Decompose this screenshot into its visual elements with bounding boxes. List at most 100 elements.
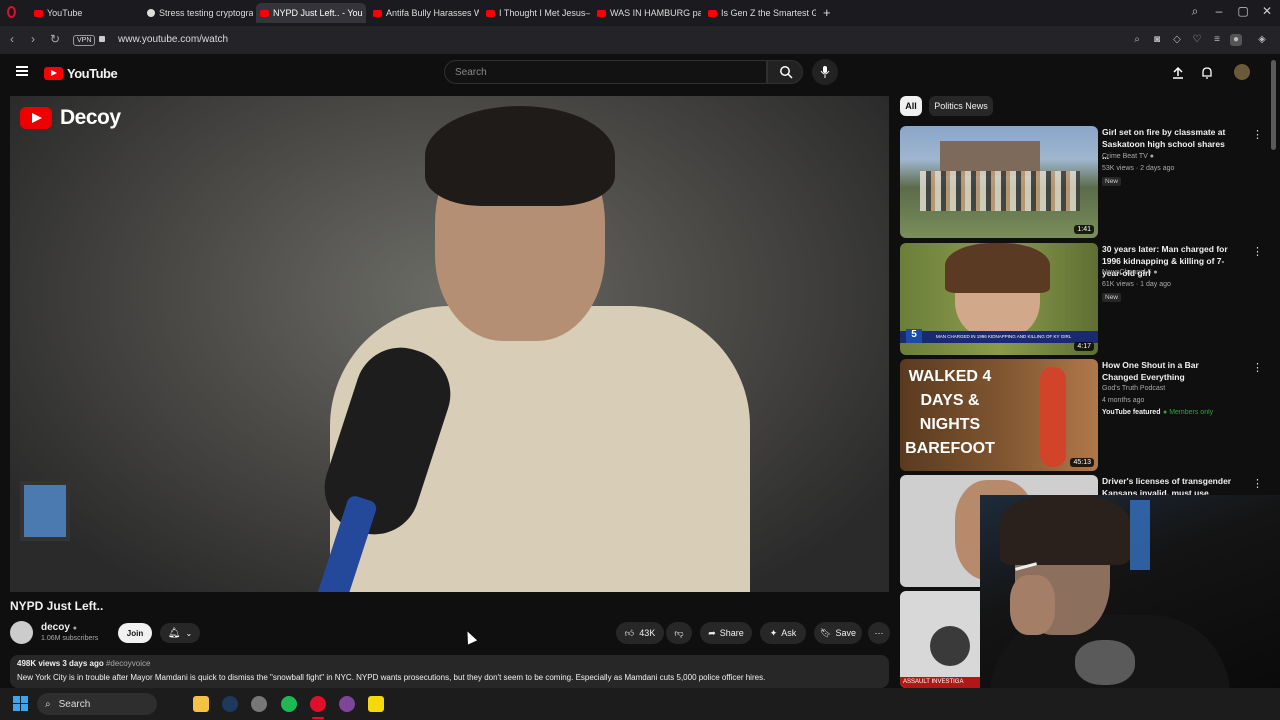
video-thumbnail[interactable]: WALKED 4 DAYS & NIGHTS BAREFOOT 45:13 bbox=[900, 359, 1098, 471]
search-tabs-icon[interactable]: ⌕ bbox=[1187, 4, 1203, 19]
verified-icon: ● bbox=[1149, 153, 1154, 160]
recommendation-item[interactable]: MAN CHARGED IN 1996 KIDNAPPING AND KILLI… bbox=[900, 243, 1270, 355]
youtube-icon bbox=[373, 9, 382, 17]
minimize-icon[interactable]: – bbox=[1211, 4, 1227, 18]
video-duration: 4:17 bbox=[1074, 342, 1094, 351]
channel-name[interactable]: decoy ● bbox=[41, 622, 77, 633]
tab-5[interactable]: WAS IN HAMBURG passie bbox=[593, 3, 701, 23]
search-box[interactable] bbox=[444, 60, 767, 84]
more-actions-button[interactable]: ⋯ bbox=[868, 622, 890, 644]
maximize-icon[interactable]: ▢ bbox=[1235, 4, 1251, 18]
file-explorer-icon[interactable] bbox=[193, 696, 209, 712]
menu-lines-icon[interactable]: ≡ bbox=[1211, 34, 1223, 46]
vpn-badge[interactable]: VPN bbox=[73, 35, 96, 46]
hashtag-link[interactable]: #decoyvoice bbox=[106, 659, 150, 668]
tab-3[interactable]: Antifa Bully Harasses Won bbox=[369, 3, 479, 23]
thumbs-down-icon: 👎︎ bbox=[674, 627, 684, 638]
search-button[interactable] bbox=[767, 60, 803, 84]
chip-all[interactable]: All bbox=[900, 96, 922, 116]
close-icon[interactable]: ✕ bbox=[1259, 4, 1275, 18]
youtube-featured-label: YouTube featured bbox=[1102, 409, 1161, 416]
verified-icon: ● bbox=[1153, 269, 1158, 276]
ask-button[interactable]: ✦ Ask bbox=[760, 622, 806, 644]
address-bar: ‹ › ↻ VPN www.youtube.com/watch ⌕ ◙ ◇ ♡ … bbox=[0, 26, 1280, 54]
url-field[interactable]: www.youtube.com/watch bbox=[118, 34, 228, 45]
tor-browser-icon[interactable] bbox=[339, 696, 355, 712]
tab-2[interactable]: NYPD Just Left.. - You bbox=[256, 3, 366, 23]
opera-logo-icon[interactable] bbox=[7, 6, 16, 18]
more-vertical-icon[interactable]: ⋮ bbox=[1252, 477, 1263, 490]
channel-avatar[interactable] bbox=[10, 621, 33, 644]
opera-icon[interactable] bbox=[310, 696, 326, 712]
video-title: NYPD Just Left.. bbox=[10, 599, 104, 613]
page-scrollbar[interactable] bbox=[1271, 60, 1276, 150]
more-vertical-icon[interactable]: ⋮ bbox=[1252, 128, 1263, 141]
youtube-header: YouTube bbox=[0, 54, 1280, 94]
video-player[interactable]: Decoy bbox=[10, 96, 889, 592]
chip-politics-news[interactable]: Politics News bbox=[929, 96, 993, 116]
thumbnail-crowd bbox=[920, 171, 1080, 211]
spotify-icon[interactable] bbox=[281, 696, 297, 712]
dislike-button[interactable]: 👎︎ bbox=[666, 622, 692, 644]
back-icon[interactable]: ‹ bbox=[4, 32, 20, 46]
camera-icon[interactable]: ◙ bbox=[1151, 34, 1163, 46]
hamburger-menu-icon[interactable] bbox=[16, 66, 28, 76]
notes-app-icon[interactable] bbox=[368, 696, 384, 712]
bookmark-icon: 🔖︎ bbox=[820, 627, 832, 638]
taskbar-search[interactable]: ⌕ Search bbox=[37, 693, 157, 715]
recommendation-channel[interactable]: Crime Beat TV ● bbox=[1102, 153, 1154, 160]
lock-icon[interactable] bbox=[99, 36, 105, 42]
subscribe-bell-button[interactable]: 🔔︎ ⌄ bbox=[160, 623, 200, 643]
subscriber-count: 1.06M subscribers bbox=[41, 635, 99, 642]
forward-icon[interactable]: › bbox=[25, 32, 41, 46]
chrome-icon[interactable] bbox=[251, 696, 267, 712]
save-button[interactable]: 🔖︎ Save bbox=[814, 622, 862, 644]
heart-icon[interactable]: ♡ bbox=[1191, 34, 1203, 46]
thumbnail-object bbox=[930, 626, 970, 666]
tab-0[interactable]: YouTube bbox=[30, 3, 140, 23]
new-tab-button[interactable]: + bbox=[823, 5, 831, 20]
youtube-icon bbox=[34, 9, 43, 17]
like-button[interactable]: 👍︎ 43K bbox=[616, 622, 664, 644]
share-button[interactable]: ➦ Share bbox=[700, 622, 752, 644]
windows-start-icon[interactable] bbox=[13, 696, 29, 712]
tab-4[interactable]: I Thought I Met Jesus—Bu bbox=[482, 3, 590, 23]
notifications-bell-icon[interactable] bbox=[1200, 66, 1214, 80]
description-box[interactable]: 498K views 3 days ago #decoyvoice New Yo… bbox=[10, 655, 889, 688]
more-horizontal-icon: ⋯ bbox=[874, 627, 884, 638]
upload-icon[interactable] bbox=[1171, 66, 1185, 80]
reload-icon[interactable]: ↻ bbox=[47, 32, 63, 46]
channel-5-logo: 5 bbox=[906, 329, 922, 343]
video-thumbnail[interactable]: 1:41 bbox=[900, 126, 1098, 238]
tab-1[interactable]: Stress testing cryptograph bbox=[143, 3, 253, 23]
extensions-icon[interactable]: ◈ bbox=[1256, 34, 1268, 46]
browser-tab-strip: YouTube Stress testing cryptograph NYPD … bbox=[0, 0, 1280, 26]
join-button[interactable]: Join bbox=[118, 623, 152, 643]
recommendation-meta: 61K views · 1 day ago bbox=[1102, 281, 1171, 288]
sparkle-icon: ✦ bbox=[769, 627, 778, 638]
steam-icon[interactable] bbox=[222, 696, 238, 712]
zoom-search-icon[interactable]: ⌕ bbox=[1131, 34, 1143, 46]
share-icon: ➦ bbox=[708, 627, 716, 638]
video-thumbnail[interactable]: MAN CHARGED IN 1996 KIDNAPPING AND KILLI… bbox=[900, 243, 1098, 355]
profile-icon[interactable]: ● bbox=[1230, 34, 1242, 46]
youtube-icon bbox=[260, 9, 269, 17]
youtube-logo[interactable]: YouTube bbox=[44, 66, 118, 81]
recommendation-item[interactable]: WALKED 4 DAYS & NIGHTS BAREFOOT 45:13 Ho… bbox=[900, 359, 1270, 471]
voice-search-button[interactable] bbox=[812, 59, 838, 85]
thumbnail-caption: ASSAULT INVESTIGA bbox=[900, 677, 990, 688]
tab-6[interactable]: Is Gen Z the Smartest Gen bbox=[704, 3, 816, 23]
windows-taskbar: ⌕ Search bbox=[0, 688, 1280, 720]
thumbnail-headline: WALKED 4 DAYS & NIGHTS BAREFOOT bbox=[905, 368, 995, 457]
recommendation-item[interactable]: 1:41 Girl set on fire by classmate at Sa… bbox=[900, 126, 1270, 238]
recommendation-channel[interactable]: NewsChannel 5 ● bbox=[1102, 269, 1158, 276]
more-vertical-icon[interactable]: ⋮ bbox=[1252, 361, 1263, 374]
members-only-badge: ● Members only bbox=[1163, 409, 1214, 416]
more-vertical-icon[interactable]: ⋮ bbox=[1252, 245, 1263, 258]
avatar[interactable] bbox=[1234, 64, 1250, 80]
recommendation-channel[interactable]: God's Truth Podcast bbox=[1102, 385, 1165, 392]
new-badge: New bbox=[1102, 177, 1122, 186]
recommendation-title[interactable]: How One Shout in a Bar Changed Everythin… bbox=[1102, 359, 1234, 383]
search-input[interactable] bbox=[445, 61, 766, 83]
shield-icon[interactable]: ◇ bbox=[1171, 34, 1183, 46]
